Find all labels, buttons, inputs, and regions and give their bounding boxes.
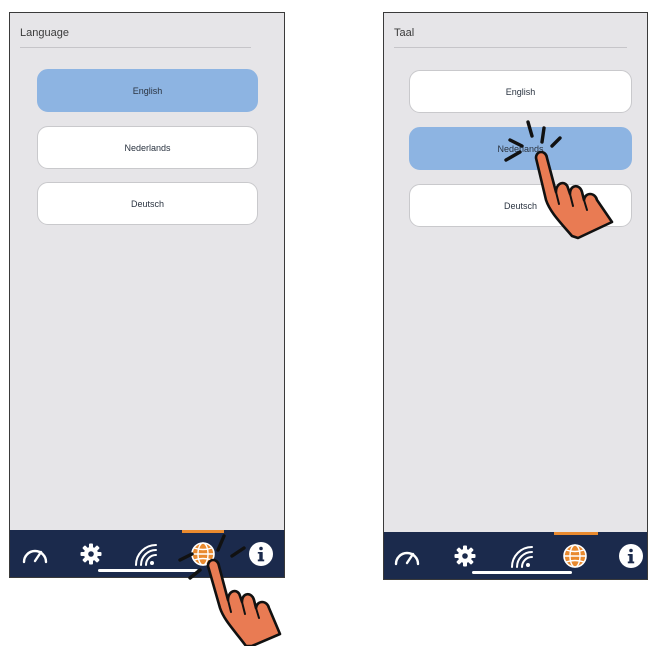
- tab-bar: [384, 532, 647, 579]
- phone-screen-left: Language English Nederlands Deutsch: [9, 12, 285, 578]
- wifi-icon: [135, 544, 157, 566]
- tab-bar: [10, 530, 284, 577]
- speedometer-icon: [394, 551, 420, 566]
- wifi-icon: [511, 546, 533, 568]
- tab-settings[interactable]: [76, 539, 106, 569]
- language-option-english[interactable]: English: [37, 69, 258, 112]
- language-option-english[interactable]: English: [409, 70, 632, 113]
- language-option-nederlands[interactable]: Nederlands: [409, 127, 632, 170]
- tab-info[interactable]: [616, 541, 646, 571]
- globe-icon: [563, 544, 587, 568]
- phone-screen-right: Taal English Nederlands Deutsch: [383, 12, 648, 580]
- header-divider: [394, 47, 627, 48]
- globe-icon: [191, 542, 215, 566]
- speedometer-icon: [22, 549, 48, 564]
- tab-wifi[interactable]: [506, 541, 536, 571]
- tab-info[interactable]: [246, 539, 276, 569]
- tab-dashboard[interactable]: [20, 539, 50, 569]
- info-icon: [249, 542, 273, 566]
- home-indicator: [472, 571, 572, 574]
- language-option-deutsch[interactable]: Deutsch: [37, 182, 258, 225]
- info-icon: [619, 544, 643, 568]
- gear-icon: [80, 543, 102, 565]
- tab-wifi[interactable]: [130, 539, 160, 569]
- tab-language[interactable]: [560, 541, 590, 571]
- language-option-nederlands[interactable]: Nederlands: [37, 126, 258, 169]
- tab-dashboard[interactable]: [392, 541, 422, 571]
- page-title: Taal: [394, 27, 415, 39]
- tab-language[interactable]: [188, 539, 218, 569]
- language-option-deutsch[interactable]: Deutsch: [409, 184, 632, 227]
- home-indicator: [98, 569, 198, 572]
- active-tab-indicator: [554, 532, 598, 535]
- page-title: Language: [20, 27, 69, 39]
- header-divider: [20, 47, 251, 48]
- gear-icon: [454, 545, 476, 567]
- active-tab-indicator: [182, 530, 224, 533]
- tab-settings[interactable]: [450, 541, 480, 571]
